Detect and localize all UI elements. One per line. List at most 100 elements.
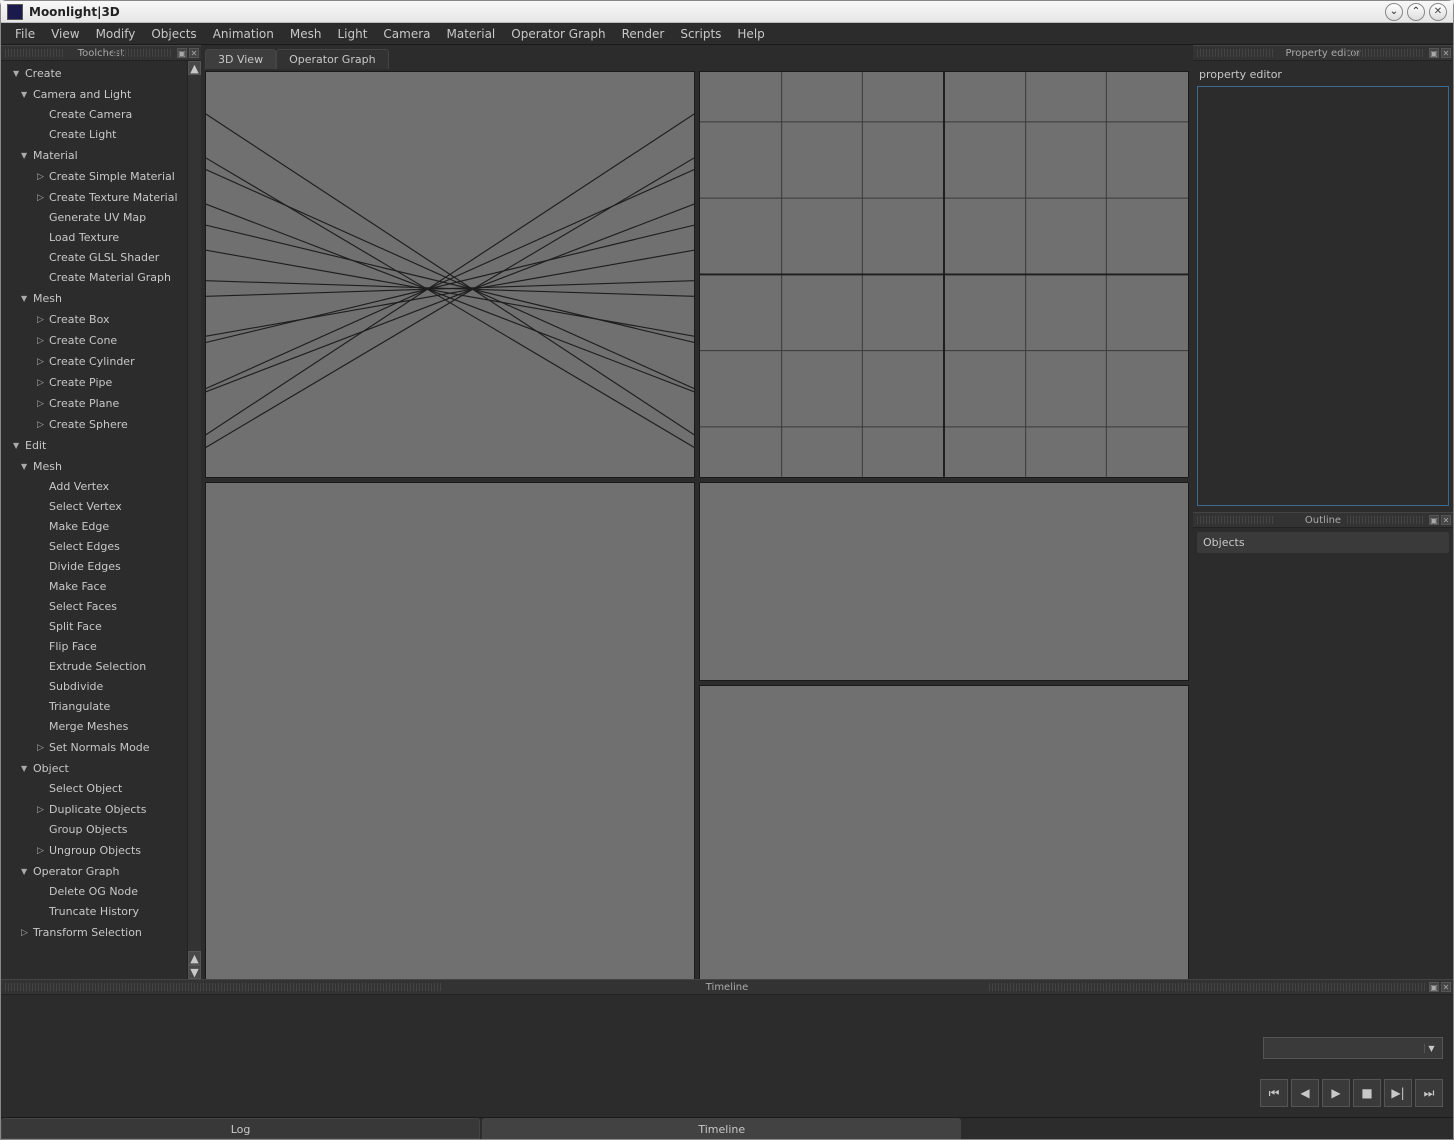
tab-3d-view[interactable]: 3D View: [205, 49, 276, 69]
tree-item[interactable]: Select Vertex: [1, 497, 187, 517]
expand-icon[interactable]: [37, 189, 47, 206]
tab-timeline[interactable]: Timeline: [482, 1118, 961, 1139]
tree-item[interactable]: Create Plane: [1, 393, 187, 414]
close-panel-icon[interactable]: ✕: [1441, 48, 1451, 58]
tree-item[interactable]: Object: [1, 758, 187, 779]
viewport-perspective[interactable]: [205, 71, 695, 478]
collapse-icon[interactable]: [13, 65, 23, 82]
menu-render[interactable]: Render: [614, 24, 673, 44]
tree-item[interactable]: Create Light: [1, 125, 187, 145]
tree-item[interactable]: Create Material Graph: [1, 268, 187, 288]
tree-item[interactable]: Make Face: [1, 577, 187, 597]
scroll-track[interactable]: [188, 75, 201, 951]
tree-item[interactable]: Flip Face: [1, 637, 187, 657]
maximize-button[interactable]: ⌃: [1407, 3, 1425, 21]
viewport-front[interactable]: [205, 482, 695, 979]
expand-icon[interactable]: [37, 374, 47, 391]
scroll-up2-icon[interactable]: ▲: [188, 951, 201, 965]
dropdown-icon[interactable]: ▼: [1424, 1044, 1438, 1053]
menu-scripts[interactable]: Scripts: [672, 24, 729, 44]
toolchest-header[interactable]: Toolchest ▣ ✕: [1, 45, 201, 61]
tree-item[interactable]: Edit: [1, 435, 187, 456]
tree-item[interactable]: Create: [1, 63, 187, 84]
step-forward-button[interactable]: ▶|: [1384, 1079, 1412, 1107]
skip-end-button[interactable]: ⏭: [1415, 1079, 1443, 1107]
menu-view[interactable]: View: [43, 24, 87, 44]
collapse-icon[interactable]: [13, 437, 23, 454]
tree-item[interactable]: Create Camera: [1, 105, 187, 125]
tree-item[interactable]: Triangulate: [1, 697, 187, 717]
close-button[interactable]: ✕: [1429, 3, 1447, 21]
tree-item[interactable]: Mesh: [1, 288, 187, 309]
tree-item[interactable]: Group Objects: [1, 820, 187, 840]
viewport-top[interactable]: [699, 71, 1189, 478]
property-header[interactable]: Property editor ▣ ✕: [1193, 45, 1453, 61]
collapse-icon[interactable]: [21, 863, 31, 880]
tree-item[interactable]: Delete OG Node: [1, 882, 187, 902]
expand-icon[interactable]: [21, 924, 31, 941]
tree-item[interactable]: Set Normals Mode: [1, 737, 187, 758]
close-panel-icon[interactable]: ✕: [189, 48, 199, 58]
step-back-button[interactable]: ◀: [1291, 1079, 1319, 1107]
scroll-up-icon[interactable]: ▲: [188, 61, 201, 75]
tree-item[interactable]: Create Box: [1, 309, 187, 330]
detach-icon[interactable]: ▣: [1429, 982, 1439, 992]
menu-camera[interactable]: Camera: [375, 24, 438, 44]
tree-item[interactable]: Mesh: [1, 456, 187, 477]
menu-mesh[interactable]: Mesh: [282, 24, 330, 44]
expand-icon[interactable]: [37, 168, 47, 185]
menu-file[interactable]: File: [7, 24, 43, 44]
collapse-icon[interactable]: [21, 147, 31, 164]
menu-help[interactable]: Help: [729, 24, 772, 44]
timeline-select[interactable]: ▼: [1263, 1037, 1443, 1059]
tree-item[interactable]: Divide Edges: [1, 557, 187, 577]
expand-icon[interactable]: [37, 801, 47, 818]
close-panel-icon[interactable]: ✕: [1441, 515, 1451, 525]
collapse-icon[interactable]: [21, 760, 31, 777]
tree-item[interactable]: Add Vertex: [1, 477, 187, 497]
expand-icon[interactable]: [37, 416, 47, 433]
tree-item[interactable]: Split Face: [1, 617, 187, 637]
tree-item[interactable]: Subdivide: [1, 677, 187, 697]
menu-objects[interactable]: Objects: [143, 24, 204, 44]
viewport-extra[interactable]: [699, 685, 1189, 979]
property-box[interactable]: [1197, 86, 1449, 506]
menu-material[interactable]: Material: [439, 24, 504, 44]
collapse-icon[interactable]: [21, 290, 31, 307]
skip-start-button[interactable]: ⏮: [1260, 1079, 1288, 1107]
tree-item[interactable]: Select Faces: [1, 597, 187, 617]
viewport-side[interactable]: [699, 482, 1189, 681]
menu-light[interactable]: Light: [329, 24, 375, 44]
timeline-header[interactable]: Timeline ▣ ✕: [1, 979, 1453, 995]
expand-icon[interactable]: [37, 395, 47, 412]
tree-item[interactable]: Create GLSL Shader: [1, 248, 187, 268]
menu-animation[interactable]: Animation: [205, 24, 282, 44]
expand-icon[interactable]: [37, 353, 47, 370]
tree-item[interactable]: Extrude Selection: [1, 657, 187, 677]
expand-icon[interactable]: [37, 739, 47, 756]
expand-icon[interactable]: [37, 842, 47, 859]
tree-item[interactable]: Merge Meshes: [1, 717, 187, 737]
tree-item[interactable]: Duplicate Objects: [1, 799, 187, 820]
tab-operator-graph[interactable]: Operator Graph: [276, 49, 388, 69]
menu-modify[interactable]: Modify: [88, 24, 144, 44]
tree-scrollbar[interactable]: ▲ ▲ ▼: [187, 61, 201, 979]
objects-header[interactable]: Objects: [1197, 532, 1449, 553]
menu-operator-graph[interactable]: Operator Graph: [503, 24, 613, 44]
tree-item[interactable]: Create Pipe: [1, 372, 187, 393]
tree-item[interactable]: Ungroup Objects: [1, 840, 187, 861]
tree-item[interactable]: Material: [1, 145, 187, 166]
tree-item[interactable]: Create Simple Material: [1, 166, 187, 187]
detach-icon[interactable]: ▣: [177, 48, 187, 58]
tree-item[interactable]: Generate UV Map: [1, 208, 187, 228]
tree-item[interactable]: Select Object: [1, 779, 187, 799]
detach-icon[interactable]: ▣: [1429, 48, 1439, 58]
stop-button[interactable]: ■: [1353, 1079, 1381, 1107]
tree-item[interactable]: Operator Graph: [1, 861, 187, 882]
close-panel-icon[interactable]: ✕: [1441, 982, 1451, 992]
tree-item[interactable]: Transform Selection: [1, 922, 187, 943]
tab-log[interactable]: Log: [1, 1118, 480, 1139]
expand-icon[interactable]: [37, 311, 47, 328]
collapse-icon[interactable]: [21, 458, 31, 475]
tree-item[interactable]: Load Texture: [1, 228, 187, 248]
